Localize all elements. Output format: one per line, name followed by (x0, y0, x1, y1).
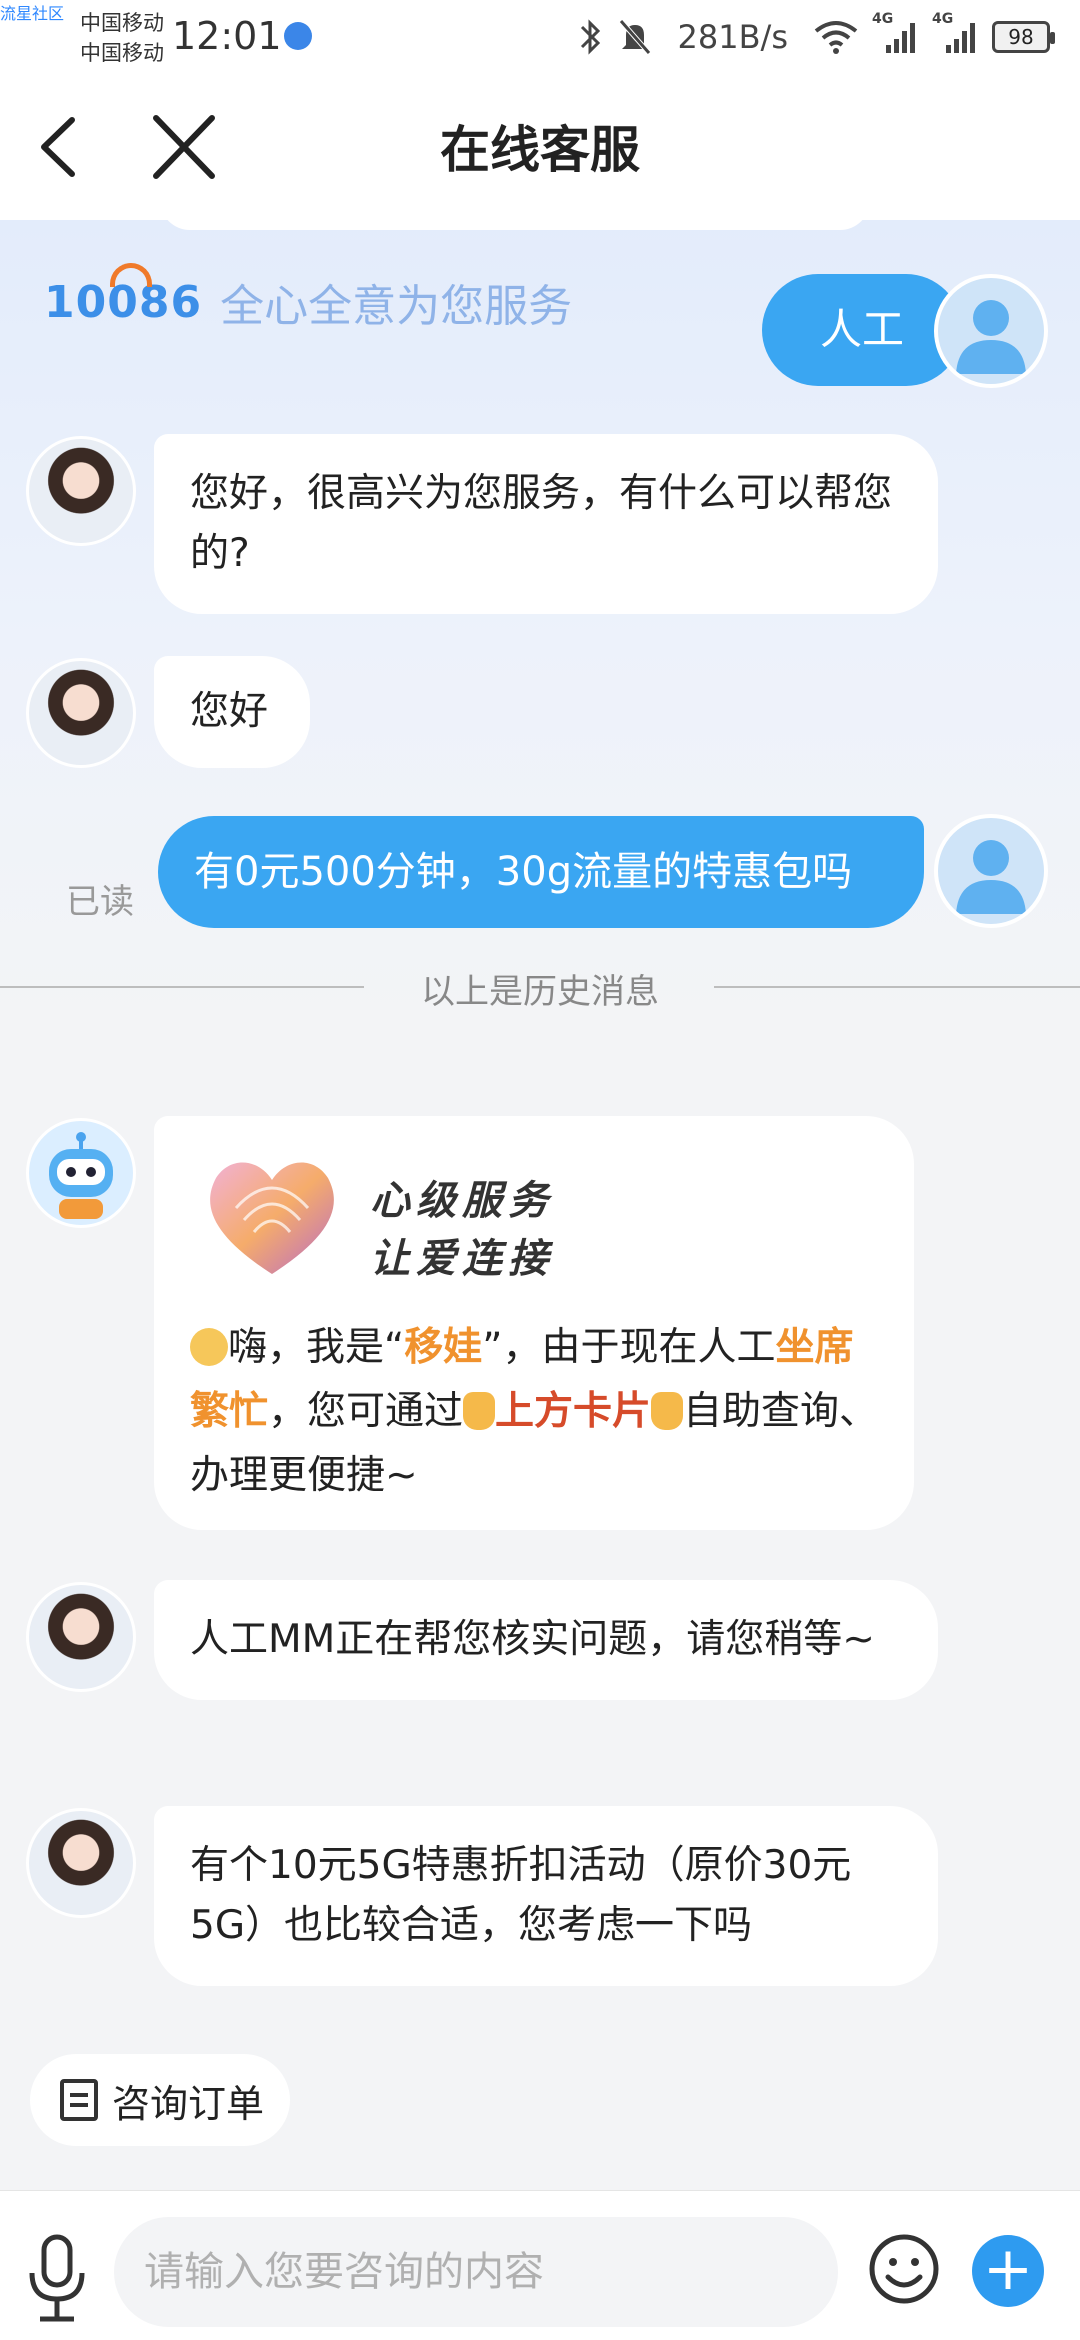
signal-2-label: 4G (932, 11, 954, 27)
clock: 12:01 (172, 14, 282, 58)
battery-indicator: 98 (992, 21, 1055, 53)
message-text: 您好，很高兴为您服务，有什么可以帮您的? (190, 471, 893, 576)
card-title-line2: 让爱连接 (370, 1236, 554, 1282)
signal-1-label: 4G (872, 11, 894, 27)
message-text: 人工 (819, 305, 904, 354)
read-status: 已读 (66, 882, 134, 922)
carrier-2: 中国移动 (80, 41, 164, 65)
carrier-labels: 中国移动 中国移动 (80, 8, 164, 68)
bluetooth-icon (580, 19, 600, 55)
signal-1-icon: 4G (872, 11, 918, 55)
brand-banner: 10086 全心全意为您服务 (44, 262, 573, 334)
card-body: 嗨，我是“移娃”，由于现在人工坐席繁忙，您可通过 上方卡片 自助查询、办理更便捷~ (190, 1316, 890, 1508)
baby-emoji-icon (190, 1328, 228, 1366)
brand-slogan: 全心全意为您服务 (220, 281, 573, 332)
message-text: 人工MM正在帮您核实问题，请您稍等~ (190, 1617, 875, 1662)
robot-icon (49, 1132, 113, 1219)
agent-avatar[interactable] (26, 436, 136, 546)
agent-message-bubble[interactable]: 有个10元5G特惠折扣活动（原价30元5G）也比较合适，您考虑一下吗 (154, 1806, 938, 1986)
input-bar: 请输入您要咨询的内容 + (0, 2190, 1080, 2340)
pointing-up-icon (463, 1392, 496, 1430)
add-attachment-button[interactable]: + (972, 2235, 1044, 2307)
consult-order-button[interactable]: 咨询订单 (30, 2054, 290, 2146)
history-divider-label: 以上是历史消息 (421, 972, 659, 1012)
user-silhouette-icon (956, 840, 1026, 914)
page-header: 在线客服 (0, 74, 1080, 220)
status-bar: 流星社区 中国移动 中国移动 12:01 281B/s 4G 4G 98 (0, 0, 1080, 74)
agent-message-bubble[interactable]: 您好 (154, 656, 310, 768)
previous-card-edge (160, 200, 870, 230)
document-icon (60, 2079, 98, 2121)
status-icons: 281B/s 4G 4G 98 (578, 11, 1055, 60)
card-text: 嗨，我是“ (228, 1325, 405, 1370)
user-avatar[interactable] (934, 814, 1048, 928)
watermark: 流星社区 (0, 4, 65, 23)
fingerprint-heart-logo (210, 1162, 334, 1274)
message-text: 有个10元5G特惠折扣活动（原价30元5G）也比较合适，您考虑一下吗 (190, 1843, 852, 1948)
agent-avatar[interactable] (26, 658, 136, 768)
agent-avatar[interactable] (26, 1582, 136, 1692)
mute-bell-icon (618, 19, 651, 55)
user-silhouette-icon (956, 300, 1026, 374)
message-input[interactable]: 请输入您要咨询的内容 (114, 2217, 838, 2327)
agent-avatar[interactable] (26, 1808, 136, 1918)
card-text: ”，由于现在人工 (482, 1325, 776, 1370)
user-message-bubble[interactable]: 有0元500分钟，30g流量的特惠包吗 (158, 816, 924, 928)
message-text: 您好 (190, 689, 269, 734)
voice-input-button[interactable] (22, 2233, 92, 2323)
bot-avatar[interactable] (26, 1118, 136, 1228)
network-speed: 281B/s (677, 18, 788, 56)
wifi-icon (814, 21, 858, 54)
user-message-bubble[interactable]: 人工 (762, 274, 962, 386)
agent-message-bubble[interactable]: 您好，很高兴为您服务，有什么可以帮您的? (154, 434, 938, 614)
divider-line-right (714, 986, 1080, 988)
card-link-text[interactable]: 上方卡片 (495, 1389, 651, 1434)
app-notification-icon (284, 22, 312, 50)
card-title-line1: 心级服务 (370, 1178, 554, 1224)
brand-logo: 10086 (44, 262, 202, 328)
emoji-button[interactable] (868, 2233, 940, 2305)
consult-order-label: 咨询订单 (112, 2081, 265, 2126)
card-text: ，您可通过 (268, 1389, 464, 1434)
page-title: 在线客服 (440, 121, 640, 179)
agent-message-bubble[interactable]: 人工MM正在帮您核实问题，请您稍等~ (154, 1580, 938, 1700)
user-avatar[interactable] (934, 274, 1048, 388)
history-divider: 以上是历史消息 (0, 964, 1080, 1012)
signal-2-icon: 4G (932, 11, 978, 55)
message-text: 有0元500分钟，30g流量的特惠包吗 (194, 849, 853, 895)
carrier-1: 中国移动 (80, 11, 164, 35)
pointing-up-icon (651, 1392, 684, 1430)
bot-name: 移娃 (404, 1325, 483, 1370)
